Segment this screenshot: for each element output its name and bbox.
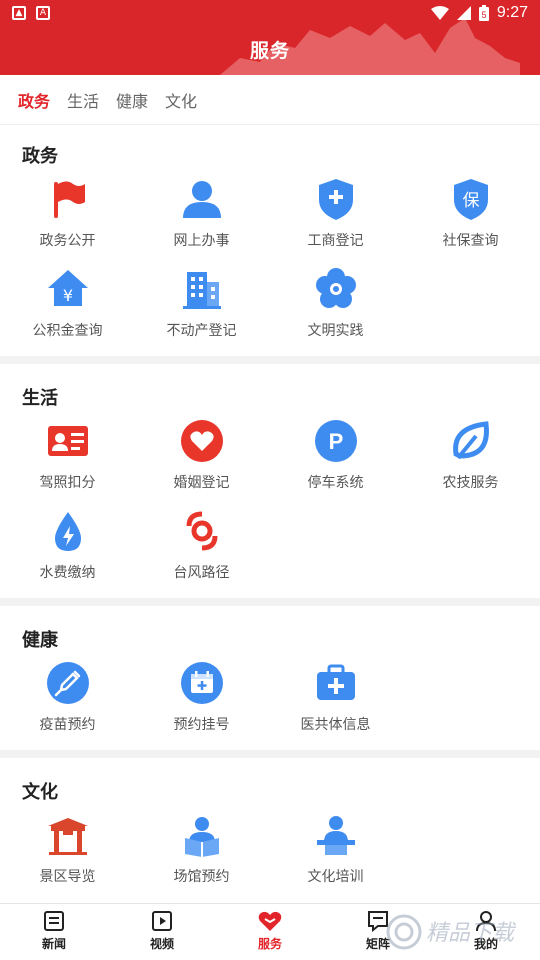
house-yen-icon: ¥ xyxy=(47,270,88,306)
service-item-scenic-guide[interactable]: 景区导览 xyxy=(0,812,135,886)
category-tabs: 政务 生活 健康 文化 xyxy=(0,75,540,125)
status-time: 9:27 xyxy=(496,4,528,21)
watermark-logo: 精品下载 xyxy=(386,914,517,950)
service-label: 驾照扣分 xyxy=(39,475,96,491)
service-label: 不动产登记 xyxy=(166,323,237,339)
tab-life[interactable]: 生活 xyxy=(67,88,99,112)
image-notification-icon: ▲ xyxy=(12,6,26,20)
heart-icon xyxy=(180,420,223,462)
service-label: 文明实践 xyxy=(307,323,364,339)
svg-text:保: 保 xyxy=(462,191,479,211)
battery-level: 5 xyxy=(481,10,486,20)
service-label: 场馆预约 xyxy=(173,869,230,885)
nav-video[interactable]: 视频 xyxy=(132,910,192,952)
svg-text:¥: ¥ xyxy=(62,286,72,305)
service-item-agri-tech[interactable]: 农技服务 xyxy=(403,418,538,492)
flower-icon xyxy=(315,268,356,308)
service-label: 公积金查询 xyxy=(32,323,103,339)
service-label: 水费缴纳 xyxy=(39,565,96,581)
nav-label: 视频 xyxy=(149,937,174,951)
service-item-parking[interactable]: P 停车系统 xyxy=(268,418,403,492)
service-item-medical-community[interactable]: 医共体信息 xyxy=(268,660,403,734)
page-title: 服务 xyxy=(249,40,290,62)
service-item-typhoon-path[interactable]: 台风路径 xyxy=(134,508,269,582)
lecturer-icon xyxy=(316,816,355,855)
section-divider xyxy=(0,598,540,606)
section-title: 生活 xyxy=(22,388,58,409)
news-icon xyxy=(44,911,64,931)
service-label: 停车系统 xyxy=(307,475,364,491)
shield-plus-icon xyxy=(318,179,353,220)
service-label: 文化培训 xyxy=(307,869,364,885)
service-item-business-registration[interactable]: 工商登记 xyxy=(268,176,403,250)
service-item-real-estate[interactable]: 不动产登记 xyxy=(134,266,269,340)
typhoon-icon xyxy=(186,511,217,551)
section-divider xyxy=(0,356,540,364)
service-label: 景区导览 xyxy=(39,869,96,885)
id-card-icon xyxy=(47,426,88,456)
bottom-navigation: 新闻 视频 服务 矩阵 我的 精品下载 xyxy=(0,903,540,960)
section-title: 健康 xyxy=(22,630,58,651)
nav-news[interactable]: 新闻 xyxy=(24,910,84,952)
service-item-appointment[interactable]: 预约挂号 xyxy=(134,660,269,734)
person-icon xyxy=(182,181,221,218)
service-label: 社保查询 xyxy=(442,233,499,249)
service-label: 网上办事 xyxy=(173,233,230,249)
service-label: 农技服务 xyxy=(442,475,499,491)
water-drop-icon xyxy=(54,512,81,551)
syringe-icon xyxy=(46,662,89,704)
leaf-icon xyxy=(452,421,489,460)
service-item-online-affairs[interactable]: 网上办事 xyxy=(134,176,269,250)
app-header: ▲ A 5 9:27 服务 xyxy=(0,0,540,75)
service-label: 医共体信息 xyxy=(300,717,371,733)
wifi-icon xyxy=(430,6,449,20)
service-label: 政务公开 xyxy=(39,233,96,249)
shield-bao-icon: 保 xyxy=(453,179,488,220)
service-item-marriage-registration[interactable]: 婚姻登记 xyxy=(134,418,269,492)
service-item-social-security[interactable]: 保 社保查询 xyxy=(403,176,538,250)
section-health: 健康 疫苗预约 预约挂号 医共体信息 xyxy=(0,606,540,750)
video-icon xyxy=(152,911,172,931)
service-item-venue-booking[interactable]: 场馆预约 xyxy=(134,812,269,886)
service-item-gov-open[interactable]: 政务公开 xyxy=(0,176,135,250)
section-government: 政务 政务公开 网上办事 工商登记 保 社保查询 ¥ 公积金查询 不动产登记 文… xyxy=(0,126,540,356)
reader-icon xyxy=(184,817,219,857)
service-item-vaccine[interactable]: 疫苗预约 xyxy=(0,660,135,734)
service-label: 疫苗预约 xyxy=(39,717,96,733)
service-label: 工商登记 xyxy=(307,233,364,249)
gate-icon xyxy=(47,818,88,855)
calendar-plus-icon xyxy=(180,662,223,704)
app-notification-icon: A xyxy=(36,6,50,20)
service-item-water-bill[interactable]: 水费缴纳 xyxy=(0,508,135,582)
service-label: 台风路径 xyxy=(173,565,230,581)
flag-icon xyxy=(53,181,85,218)
service-heart-icon xyxy=(258,911,282,931)
section-divider xyxy=(0,750,540,758)
signal-icon xyxy=(456,6,471,20)
nav-label: 新闻 xyxy=(41,937,66,951)
section-title: 文化 xyxy=(22,782,58,803)
parking-icon: P xyxy=(314,420,357,462)
service-item-civilization-practice[interactable]: 文明实践 xyxy=(268,266,403,340)
service-label: 预约挂号 xyxy=(173,717,230,733)
service-item-culture-training[interactable]: 文化培训 xyxy=(268,812,403,886)
tab-culture[interactable]: 文化 xyxy=(165,88,197,112)
nav-label: 服务 xyxy=(257,937,282,951)
tab-health[interactable]: 健康 xyxy=(116,88,148,112)
service-item-license-points[interactable]: 驾照扣分 xyxy=(0,418,135,492)
section-culture: 文化 景区导览 场馆预约 文化培训 xyxy=(0,758,540,903)
section-title: 政务 xyxy=(22,146,58,167)
tab-government[interactable]: 政务 xyxy=(18,88,50,112)
svg-text:精品下载: 精品下载 xyxy=(426,921,517,946)
svg-text:P: P xyxy=(328,429,343,454)
battery-icon: 5 xyxy=(478,5,489,21)
section-life: 生活 驾照扣分 婚姻登记 P 停车系统 农技服务 水费缴纳 台风路径 xyxy=(0,364,540,598)
medical-kit-icon xyxy=(316,664,355,700)
building-icon xyxy=(182,272,221,309)
service-label: 婚姻登记 xyxy=(173,475,230,491)
nav-service[interactable]: 服务 xyxy=(240,910,300,952)
service-item-housing-fund[interactable]: ¥ 公积金查询 xyxy=(0,266,135,340)
status-bar: ▲ A 5 9:27 xyxy=(0,0,540,30)
